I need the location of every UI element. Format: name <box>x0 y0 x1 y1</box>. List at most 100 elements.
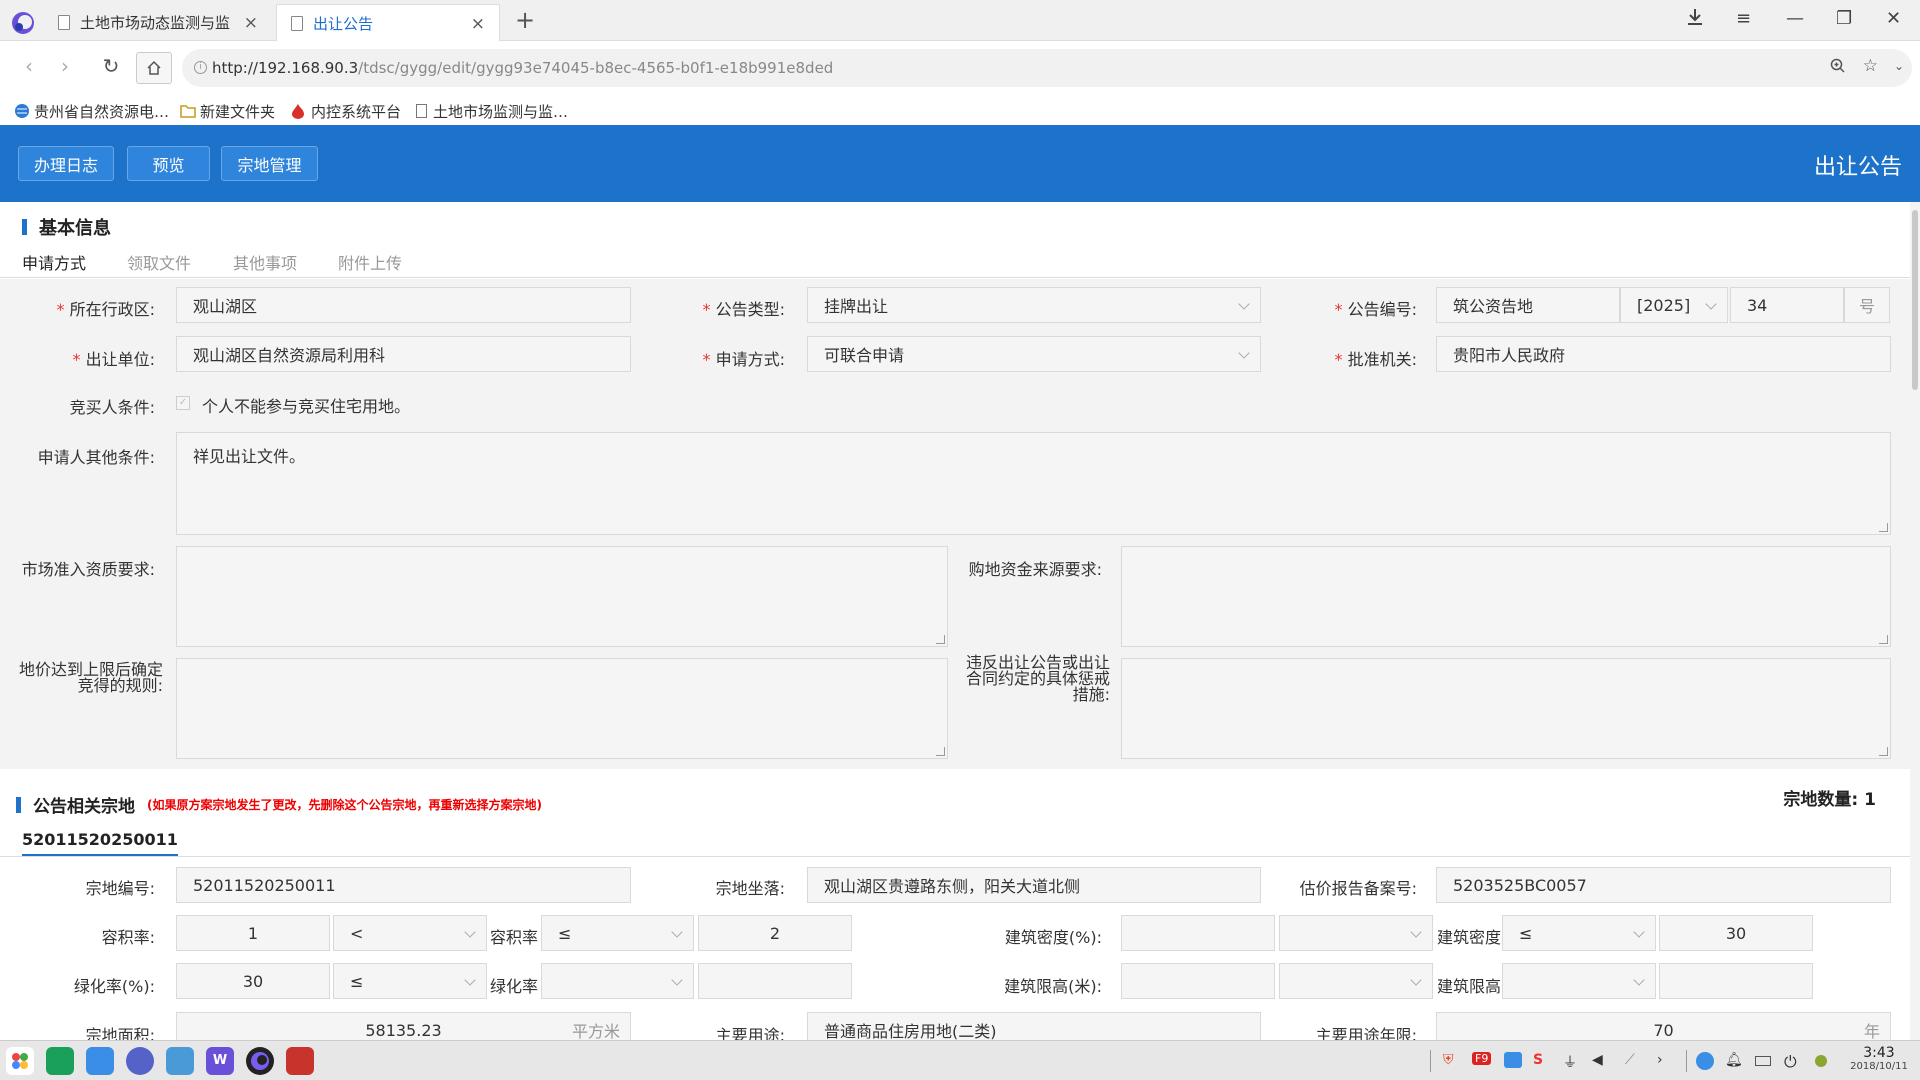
shield-icon[interactable]: ⛨ <box>1443 1052 1454 1068</box>
zoom-icon[interactable] <box>1830 58 1846 74</box>
notice-number-prefix[interactable]: 筑公资告地 <box>1436 287 1620 323</box>
penalty-textarea[interactable] <box>1121 658 1891 759</box>
start-menu-icon[interactable] <box>6 1047 34 1075</box>
preview-button[interactable]: 预览 <box>127 146 210 181</box>
area-unit: 平方米 <box>571 1022 620 1041</box>
tab-attachments[interactable]: 附件上传 <box>338 250 402 274</box>
file-manager-icon[interactable] <box>166 1047 194 1075</box>
density-max-input[interactable]: 30 <box>1659 915 1813 951</box>
chevron-down-icon[interactable]: ⌄ <box>1894 59 1904 73</box>
height-max-input[interactable] <box>1659 963 1813 999</box>
bookmark-item[interactable]: 贵州省自然资源电… <box>14 98 169 124</box>
market-access-textarea[interactable] <box>176 546 948 647</box>
page-icon <box>58 15 70 30</box>
network-icon[interactable]: ⟋ <box>1625 1052 1635 1068</box>
clock[interactable]: 3:43 2018/10/11 <box>1842 1045 1916 1072</box>
scrollbar-thumb[interactable] <box>1912 210 1918 390</box>
forward-icon[interactable]: › <box>50 51 80 81</box>
district-field[interactable]: 观山湖区 <box>176 287 631 323</box>
green-label: 绿化率(%): <box>73 977 155 996</box>
green-mid-label: 绿化率 <box>490 977 539 996</box>
app-red-icon[interactable] <box>286 1047 314 1075</box>
back-icon[interactable]: ‹ <box>14 51 44 81</box>
power-icon[interactable]: ⏻ <box>1784 1052 1797 1072</box>
bidder-checkbox[interactable]: ✓ <box>176 396 190 410</box>
log-button[interactable]: 办理日志 <box>18 146 114 181</box>
other-conditions-textarea[interactable]: 祥见出让文件。 <box>176 432 1891 535</box>
parcel-location-field[interactable]: 观山湖区贵遵路东侧，阳关大道北侧 <box>807 867 1261 903</box>
height-min-input[interactable] <box>1121 963 1275 999</box>
site-info-icon[interactable]: i <box>194 61 207 74</box>
star-icon[interactable]: ☆ <box>1863 56 1878 76</box>
tab-title: 土地市场动态监测与监管 <box>80 14 230 32</box>
green-max-input[interactable] <box>698 963 852 999</box>
close-tab-icon[interactable]: × <box>471 14 485 34</box>
height-op1-select[interactable] <box>1279 963 1433 999</box>
volume-icon[interactable]: ◀ <box>1592 1052 1603 1068</box>
cap-rule-label: 地价达到上限后确定竞得的规则: <box>18 660 163 695</box>
far-max-input[interactable]: 2 <box>698 915 852 951</box>
apply-method-select[interactable]: 可联合申请 <box>807 336 1261 372</box>
chat-icon[interactable] <box>1504 1052 1522 1068</box>
url-host: http://192.168.90.3 <box>212 59 359 77</box>
density-min-input[interactable] <box>1121 915 1275 951</box>
chevron-right-icon[interactable]: › <box>1657 1052 1663 1068</box>
input-method-icon[interactable]: S <box>1533 1052 1543 1068</box>
tab-parcel[interactable]: 52011520250011 <box>22 830 178 856</box>
parcel-manage-button[interactable]: 宗地管理 <box>221 146 318 181</box>
app-header: 办理日志 预览 宗地管理 出让公告 <box>0 125 1920 202</box>
close-tab-icon[interactable]: × <box>244 13 258 33</box>
restore-icon[interactable]: ❐ <box>1836 8 1852 29</box>
url-input[interactable]: i http://192.168.90.3 /tdsc/gygg/edit/gy… <box>182 49 1912 87</box>
far-op1-select[interactable]: < <box>333 915 487 951</box>
parcel-count: 宗地数量: 1 <box>1783 785 1876 810</box>
apply-method-label: * 申请方式: <box>702 350 786 369</box>
bookmark-item[interactable]: 新建文件夹 <box>180 98 275 124</box>
menu-icon[interactable]: ≡ <box>1736 8 1751 29</box>
browser-tab-announcement[interactable]: 出让公告 × <box>276 4 500 41</box>
keyboard-icon[interactable] <box>1755 1056 1771 1066</box>
globe-tray-icon[interactable] <box>1696 1052 1714 1070</box>
desktop-icon[interactable] <box>46 1047 74 1075</box>
market-access-label: 市场准入资质要求: <box>21 560 155 579</box>
home-button[interactable] <box>136 52 172 84</box>
browser-taskbar-icon[interactable] <box>246 1047 274 1075</box>
close-window-icon[interactable]: ✕ <box>1886 8 1901 29</box>
browser-tab-land-monitor[interactable]: 土地市场动态监测与监管 × <box>44 4 272 41</box>
density-op2-select[interactable]: ≤ <box>1502 915 1656 951</box>
bookmark-item[interactable]: 土地市场监测与监… <box>416 98 568 124</box>
seller-unit-field[interactable]: 观山湖区自然资源局利用科 <box>176 336 631 372</box>
globe-icon <box>15 104 29 118</box>
tab-other-items[interactable]: 其他事项 <box>233 250 297 274</box>
section-title: 公告相关宗地 <box>33 797 135 817</box>
notice-type-select[interactable]: 挂牌出让 <box>807 287 1261 323</box>
bookmark-item[interactable]: 内控系统平台 <box>291 98 401 124</box>
far-min-input[interactable]: 1 <box>176 915 330 951</box>
height-op2-select[interactable] <box>1502 963 1656 999</box>
notice-year-select[interactable]: [2025] <box>1620 287 1728 323</box>
bell-icon[interactable]: 🔔︎ <box>1725 1052 1743 1068</box>
reload-icon[interactable]: ↻ <box>96 51 126 81</box>
approver-field[interactable]: 贵阳市人民政府 <box>1436 336 1891 372</box>
appraisal-report-field[interactable]: 5203525BC0057 <box>1436 867 1891 903</box>
fund-source-textarea[interactable] <box>1121 546 1891 647</box>
wps-icon[interactable]: W <box>206 1047 234 1075</box>
download-icon[interactable] <box>1686 8 1704 26</box>
new-tab-icon[interactable]: + <box>515 6 535 34</box>
minimize-icon[interactable]: — <box>1786 8 1804 29</box>
far-op2-select[interactable]: ≤ <box>541 915 694 951</box>
settings-icon[interactable] <box>126 1047 154 1075</box>
usb-icon[interactable]: ⏚ <box>1563 1052 1577 1072</box>
app-store-icon[interactable] <box>86 1047 114 1075</box>
green-op2-select[interactable] <box>541 963 694 999</box>
browser-tab-bar: 土地市场动态监测与监管 × 出让公告 × + ≡ — ❐ ✕ <box>0 0 1920 41</box>
cap-rule-textarea[interactable] <box>176 658 948 759</box>
green-op1-select[interactable]: ≤ <box>333 963 487 999</box>
green-min-input[interactable]: 30 <box>176 963 330 999</box>
parcel-code-field[interactable]: 52011520250011 <box>176 867 631 903</box>
notice-seq-input[interactable]: 34 <box>1730 287 1844 323</box>
tab-apply-method[interactable]: 申请方式 <box>22 250 87 281</box>
density-op1-select[interactable] <box>1279 915 1433 951</box>
f9-icon[interactable]: F9 <box>1472 1052 1492 1065</box>
tab-get-files[interactable]: 领取文件 <box>127 250 191 274</box>
